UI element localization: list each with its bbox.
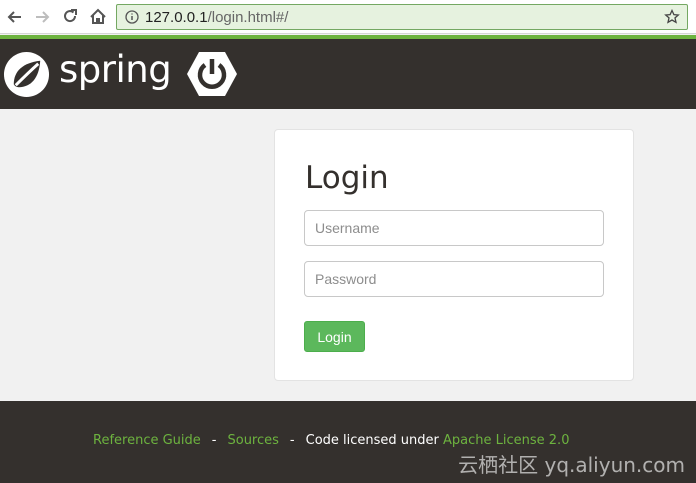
footer-separator: - [289,433,295,448]
home-icon[interactable] [87,6,109,28]
password-input[interactable] [304,261,604,297]
footer-separator: - [211,433,217,448]
url-host: 127.0.0.1 [145,9,208,26]
login-button[interactable]: Login [304,321,365,352]
apache-license-link[interactable]: Apache License 2.0 [443,433,569,448]
login-panel: Login Login [274,129,634,381]
address-bar[interactable]: 127.0.0.1/login.html#/ [116,4,688,30]
forward-arrow-icon[interactable] [31,6,53,28]
login-heading: Login [305,160,389,196]
reference-guide-link[interactable]: Reference Guide [93,433,201,448]
brand-name[interactable]: spring [59,48,172,91]
spring-leaf-icon[interactable] [3,51,50,98]
watermark-text: 云栖社区 yq.aliyun.com [458,453,685,477]
browser-toolbar: 127.0.0.1/login.html#/ [0,0,696,34]
footer-links: Reference Guide - Sources - Code licensed un… [93,433,569,448]
username-input[interactable] [304,210,604,246]
site-header: spring [0,39,696,109]
url-path: /login.html#/ [207,9,289,26]
power-icon[interactable] [187,52,237,96]
reload-icon[interactable] [59,6,81,28]
info-icon[interactable] [125,10,139,24]
star-icon[interactable] [664,9,680,25]
license-text: Code licensed under [305,433,439,448]
sources-link[interactable]: Sources [227,433,278,448]
url-text[interactable]: 127.0.0.1/login.html#/ [145,9,288,26]
back-arrow-icon[interactable] [4,6,26,28]
